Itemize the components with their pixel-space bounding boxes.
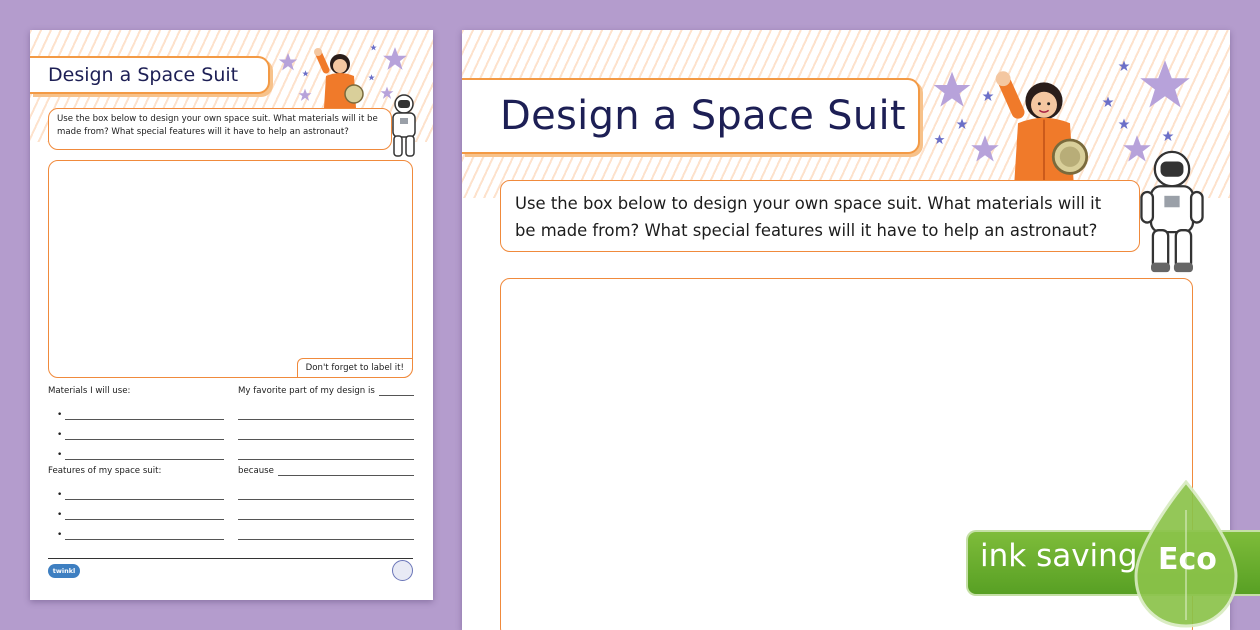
favorite-section: My favorite part of my design is (238, 386, 414, 460)
features-section: Features of my space suit: • • • (48, 466, 224, 540)
star-icon (932, 70, 972, 110)
twinkl-logo: twinkl (48, 564, 80, 578)
materials-section: Materials I will use: • • • (48, 386, 224, 460)
star-icon (1118, 118, 1130, 130)
thumbnail-instructions: Use the box below to design your own spa… (48, 108, 392, 150)
page-title: Design a Space Suit (462, 78, 920, 154)
favorite-line (238, 400, 414, 420)
thumbnail-drawing-area: Don't forget to label it! (48, 160, 413, 378)
ink-saving-label: ink saving (980, 538, 1138, 574)
materials-line: • (48, 440, 224, 460)
girl-astronaut-illustration (312, 48, 368, 108)
because-line (238, 520, 414, 540)
worksheet-thumbnail: Design a Space Suit Use the box below to… (30, 30, 433, 600)
star-icon (368, 74, 375, 81)
star-icon (302, 70, 309, 77)
twinkl-badge-icon (392, 560, 413, 581)
materials-line: • (48, 420, 224, 440)
star-icon (1138, 58, 1192, 112)
star-icon (298, 88, 312, 102)
eco-word: Eco (1158, 542, 1217, 577)
star-icon (370, 44, 377, 51)
because-line (238, 480, 414, 500)
features-heading: Features of my space suit: (48, 466, 162, 476)
instructions-text: Use the box below to design your own spa… (515, 194, 1102, 240)
features-line: • (48, 480, 224, 500)
star-icon (956, 118, 968, 130)
materials-line: • (48, 400, 224, 420)
girl-astronaut-illustration (992, 70, 1096, 184)
star-icon (1162, 130, 1174, 142)
favorite-heading: My favorite part of my design is (238, 386, 375, 396)
star-icon (382, 46, 408, 72)
astronaut-illustration (1134, 150, 1210, 276)
because-line (238, 500, 414, 520)
thumbnail-instructions-text: Use the box below to design your own spa… (57, 114, 378, 137)
because-section: because (238, 466, 414, 540)
materials-heading: Materials I will use: (48, 386, 131, 396)
favorite-line (238, 420, 414, 440)
thumbnail-title: Design a Space Suit (30, 56, 270, 94)
star-icon (934, 134, 945, 145)
favorite-line (238, 440, 414, 460)
star-icon (1102, 96, 1114, 108)
features-line: • (48, 500, 224, 520)
instructions-box: Use the box below to design your own spa… (500, 180, 1140, 252)
star-icon (1118, 60, 1130, 72)
label-reminder: Don't forget to label it! (296, 358, 413, 378)
thumbnail-title-text: Design a Space Suit (48, 64, 239, 86)
star-icon (278, 52, 298, 72)
footer-rule (48, 558, 413, 559)
because-heading: because (238, 466, 274, 476)
page-title-text: Design a Space Suit (500, 93, 906, 139)
features-line: • (48, 520, 224, 540)
